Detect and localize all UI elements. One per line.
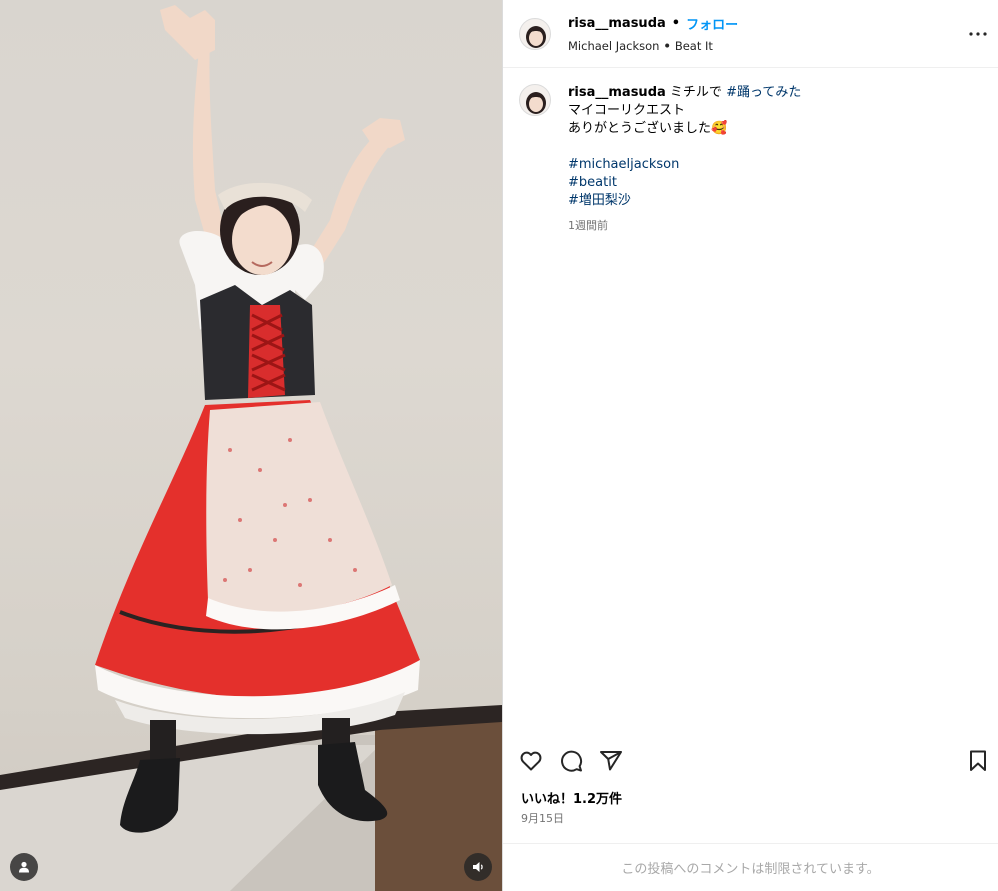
likes-count[interactable]: いいね！1.2万件: [521, 788, 622, 807]
caption-block: risa__masuda ミチルで #踊ってみた マイコーリクエスト ありがとう…: [503, 68, 998, 235]
user-tag-icon[interactable]: [10, 853, 38, 881]
heart-icon[interactable]: [519, 749, 543, 773]
hashtag-link[interactable]: #増田梨沙: [568, 192, 801, 210]
post-date[interactable]: 9月15日: [521, 810, 564, 826]
author-username[interactable]: risa__masuda: [568, 16, 666, 31]
emoji: 🥰: [711, 121, 728, 136]
caption-text: risa__masuda ミチルで #踊ってみた マイコーリクエスト ありがとう…: [568, 84, 801, 235]
post-media[interactable]: [0, 0, 502, 891]
action-bar: [503, 744, 998, 778]
caption-line: ありがとうございました: [568, 121, 712, 136]
more-options-icon[interactable]: [966, 22, 990, 46]
audio-artist[interactable]: Michael Jackson: [568, 39, 659, 53]
comments-restricted-text: この投稿へのコメントは制限されています。: [621, 862, 880, 877]
avatar[interactable]: [519, 84, 551, 116]
separator-dot: •: [671, 16, 681, 31]
comments-restricted-notice: この投稿へのコメントは制限されています。: [503, 843, 998, 891]
follow-button[interactable]: フォロー: [686, 14, 738, 33]
comment-icon[interactable]: [559, 749, 583, 773]
post-photo: [0, 5, 502, 891]
post-panel: risa__masuda • フォロー Michael Jackson • Be…: [502, 0, 998, 891]
audio-title[interactable]: Beat It: [675, 39, 713, 53]
speaker-icon[interactable]: [464, 853, 492, 881]
caption-username[interactable]: risa__masuda: [568, 85, 666, 100]
post-header: risa__masuda • フォロー Michael Jackson • Be…: [503, 0, 998, 68]
avatar[interactable]: [519, 17, 551, 50]
bookmark-icon[interactable]: [966, 749, 990, 773]
caption-timestamp[interactable]: 1週間前: [568, 217, 801, 235]
hashtag-link[interactable]: #beatit: [568, 174, 801, 192]
hashtag-link[interactable]: #michaeljackson: [568, 156, 801, 174]
caption-prefix: ミチルで: [669, 85, 722, 100]
hashtag-link[interactable]: #踊ってみた: [726, 85, 801, 100]
share-icon[interactable]: [599, 749, 623, 773]
separator-dot: •: [663, 39, 671, 53]
caption-line: マイコーリクエスト: [568, 103, 686, 118]
